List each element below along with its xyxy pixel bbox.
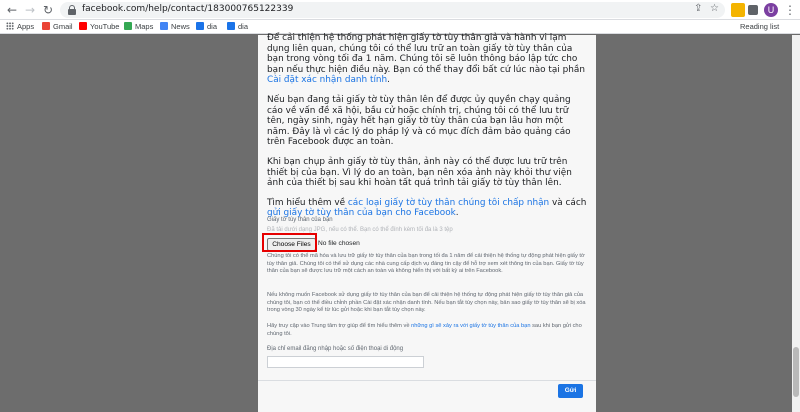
identity-settings-link[interactable]: Cài đặt xác nhận danh tính [267,75,387,85]
email-field[interactable] [267,356,424,368]
scroll-thumb[interactable] [793,347,799,397]
bookmark-maps[interactable]: Maps [124,21,153,33]
id-upload-label: Giấy tờ tùy thân của bạn [267,217,333,223]
page-scrollbar[interactable] [792,35,800,412]
profile-avatar[interactable]: U [764,3,778,17]
bookmark-apps[interactable]: Apps [6,21,34,33]
bookmark-youtube[interactable]: YouTube [79,21,119,33]
browser-toolbar: ← → ↻ facebook.com/help/contact/18300076… [0,0,800,20]
extension-icon[interactable] [731,3,745,17]
bookmark-icon [227,22,235,30]
opt-out-note: Nếu không muốn Facebook sử dụng giấy tờ … [267,292,586,314]
url-text: facebook.com/help/contact/18300076512233… [82,4,294,14]
bookmark-gmail[interactable]: Gmail [42,21,73,33]
info-paragraph-3: Khi bạn chụp ảnh giấy tờ tùy thân, ảnh n… [267,156,572,189]
help-center-note: Hãy truy cập vào Trung tâm trợ giúp để t… [267,323,582,337]
choose-files-highlight [262,233,317,252]
info-paragraph-4: Tìm hiểu thêm về các loại giấy tờ tùy th… [267,197,587,219]
bookmark-dia-2[interactable]: dia [227,21,248,33]
info-paragraph-2: Nếu bạn đang tải giấy tờ tùy thân lên để… [267,94,571,148]
accepted-ids-link[interactable]: các loại giấy tờ tùy thân chúng tôi chấp… [348,198,549,208]
reading-list[interactable]: Reading list [740,21,779,33]
bookmark-dia-1[interactable]: dia [196,21,217,33]
info-text: Để cải thiện hệ thống phát hiện giấy tờ … [267,33,587,228]
menu-kebab-icon[interactable]: ⋮ [782,2,798,18]
info-paragraph-1: Để cải thiện hệ thống phát hiện giấy tờ … [267,33,585,86]
share-icon[interactable]: ⇪ [694,3,702,14]
submit-button[interactable]: Gửi [558,384,583,398]
no-file-status: No file chosen [318,240,360,247]
news-icon [160,22,168,30]
bookmark-news[interactable]: News [160,21,190,33]
bookmark-star-icon[interactable]: ☆ [710,3,719,14]
lock-icon [68,5,76,15]
maps-icon [124,22,132,30]
bookmark-icon [196,22,204,30]
apps-icon [6,22,14,30]
gmail-icon [42,22,50,30]
back-arrow-icon[interactable]: ← [4,2,20,18]
email-label: Địa chỉ email đăng nhập hoặc số điện tho… [267,346,404,352]
reload-icon[interactable]: ↻ [40,2,56,18]
bookmarks-bar: Apps Gmail YouTube Maps News dia dia Rea… [0,20,800,34]
what-happens-link[interactable]: những gì sẽ xảy ra với giấy tờ tùy thân … [411,323,530,329]
form-divider [258,380,596,381]
address-bar[interactable]: facebook.com/help/contact/18300076512233… [60,2,725,18]
help-form-card: Để cải thiện hệ thống phát hiện giấy tờ … [258,33,596,412]
encryption-note: Chúng tôi có thể mã hóa và lưu trữ giấy … [267,253,585,275]
puzzle-extensions-icon[interactable] [748,5,758,15]
forward-arrow-icon[interactable]: → [22,2,38,18]
youtube-icon [79,22,87,30]
